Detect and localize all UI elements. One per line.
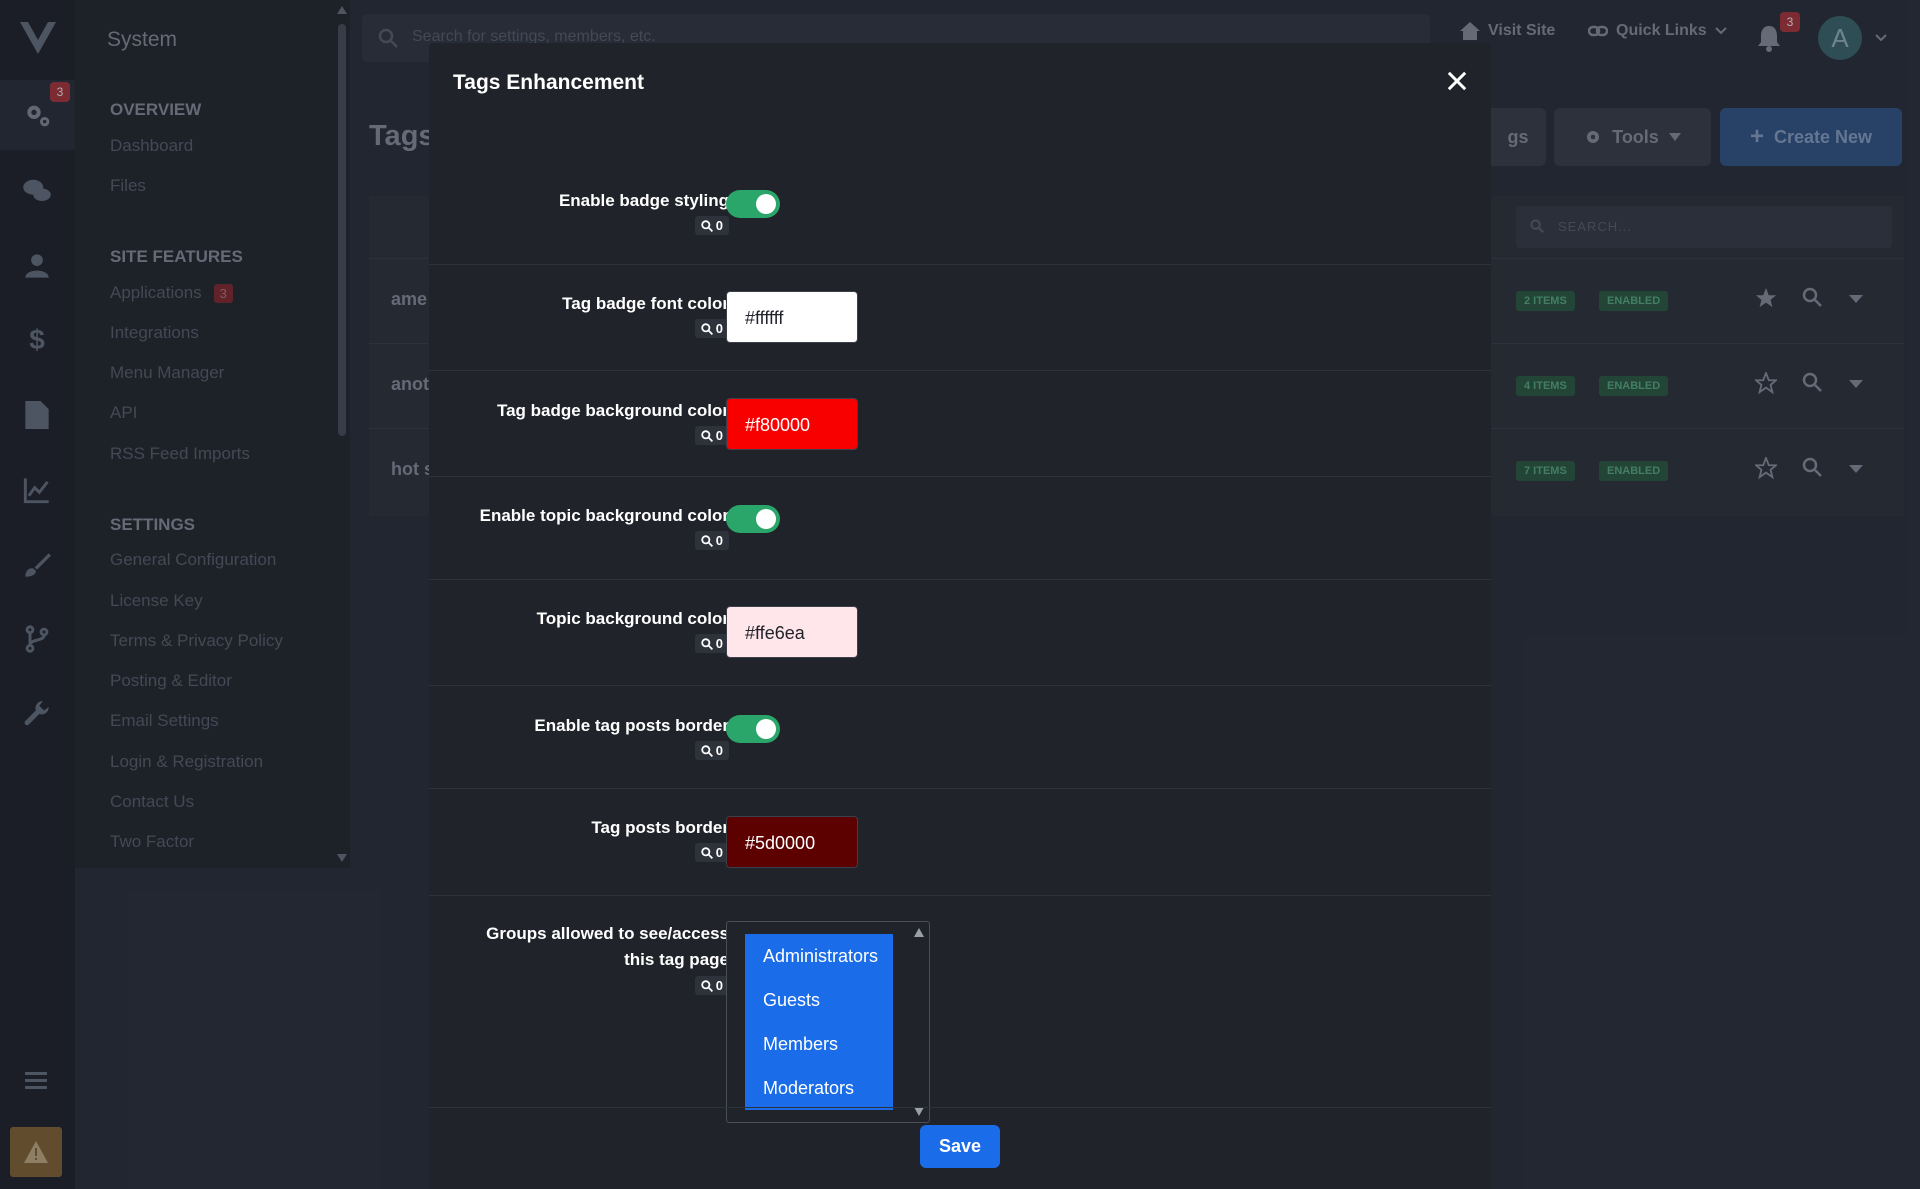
save-button[interactable]: Save (920, 1125, 1000, 1168)
tag-posts-border-color-input[interactable]: #5d0000 (726, 816, 858, 868)
search-count: 0 (715, 321, 723, 336)
field-enable-topic-background-color: Enable topic background color 0 (429, 477, 1491, 580)
search-icon (701, 219, 713, 232)
field-enable-badge-styling: Enable badge styling 0 (429, 120, 1491, 265)
field-topic-background-color: Topic background color 0 #ffe6ea (429, 580, 1491, 686)
scroll-up-icon[interactable] (914, 928, 924, 937)
close-icon[interactable] (1443, 67, 1471, 95)
groups-multiselect[interactable]: Administrators Guests Members Moderators (726, 921, 930, 1123)
search-icon (701, 322, 713, 335)
option-moderators[interactable]: Moderators (745, 1066, 893, 1110)
field-label: Tag badge font color (562, 294, 729, 313)
field-label-line: this tag page (624, 950, 729, 969)
field-label: Enable topic background color (479, 506, 729, 525)
topic-background-color-input[interactable]: #ffe6ea (726, 606, 858, 658)
option-guests[interactable]: Guests (745, 978, 893, 1022)
field-label-line: Groups allowed to see/access (486, 924, 729, 943)
tags-enhancement-dialog: Tags Enhancement Enable badge styling 0 … (429, 43, 1491, 1189)
search-icon (701, 846, 713, 859)
search-count: 0 (715, 845, 723, 860)
search-count: 0 (715, 218, 723, 233)
search-count-badge[interactable]: 0 (694, 531, 729, 550)
search-count: 0 (715, 978, 723, 993)
search-icon (701, 429, 713, 442)
field-label: Topic background color (536, 609, 729, 628)
tag-badge-font-color-input[interactable]: #ffffff (726, 291, 858, 343)
search-icon (701, 637, 713, 650)
field-tag-badge-font-color: Tag badge font color 0 #ffffff (429, 265, 1491, 371)
enable-badge-styling-toggle[interactable] (726, 190, 780, 218)
search-count-badge[interactable]: 0 (694, 216, 729, 235)
option-members[interactable]: Members (745, 1022, 893, 1066)
modal-footer-divider (429, 1107, 1491, 1108)
field-groups-allowed: Groups allowed to see/access this tag pa… (429, 896, 1491, 1123)
option-administrators[interactable]: Administrators (745, 934, 893, 978)
search-icon (701, 979, 713, 992)
field-label: Enable badge styling (558, 191, 729, 210)
enable-topic-background-toggle[interactable] (726, 505, 780, 533)
search-count: 0 (715, 428, 723, 443)
field-tag-badge-background-color: Tag badge background color 0 #f80000 (429, 371, 1491, 477)
field-label: Groups allowed to see/access this tag pa… (486, 921, 729, 973)
field-enable-tag-posts-border: Enable tag posts border 0 (429, 686, 1491, 789)
modal-title: Tags Enhancement (453, 71, 644, 94)
search-count: 0 (715, 533, 723, 548)
search-count-badge[interactable]: 0 (694, 319, 729, 338)
field-label: Enable tag posts border (534, 716, 729, 735)
field-label: Tag badge background color (496, 401, 729, 420)
search-count-badge[interactable]: 0 (694, 634, 729, 653)
enable-tag-posts-border-toggle[interactable] (726, 715, 780, 743)
search-count-badge[interactable]: 0 (694, 976, 729, 995)
search-icon (701, 534, 713, 547)
search-count: 0 (715, 636, 723, 651)
search-count-badge[interactable]: 0 (694, 741, 729, 760)
field-label: Tag posts border (591, 818, 729, 837)
field-tag-posts-border: Tag posts border 0 #5d0000 (429, 789, 1491, 896)
scroll-down-icon[interactable] (914, 1107, 924, 1116)
select-scrollbar[interactable] (911, 924, 927, 1120)
tag-badge-background-color-input[interactable]: #f80000 (726, 398, 858, 450)
search-count-badge[interactable]: 0 (694, 426, 729, 445)
search-count: 0 (715, 743, 723, 758)
search-icon (701, 744, 713, 757)
search-count-badge[interactable]: 0 (694, 843, 729, 862)
